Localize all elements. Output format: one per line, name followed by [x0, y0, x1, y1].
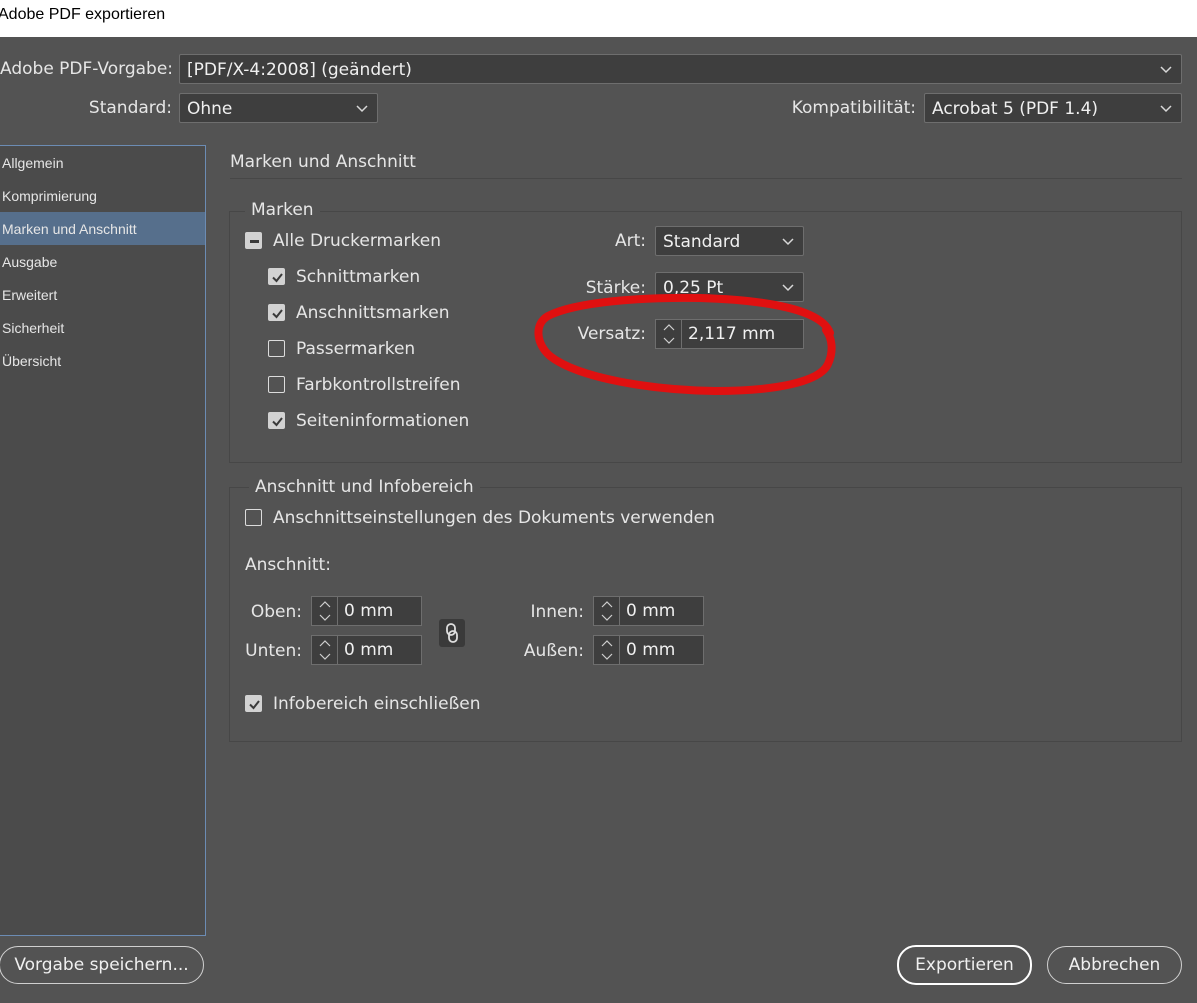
- doc-bleed-settings-label: Anschnittseinstellungen des Dokuments ve…: [273, 508, 715, 528]
- aussen-label: Außen:: [523, 641, 584, 661]
- window-title: Adobe PDF exportieren: [0, 6, 166, 23]
- sidebar-item-label: Marken und Anschnitt: [2, 221, 137, 237]
- sidebar-item-erweitert[interactable]: Erweitert: [0, 278, 205, 311]
- innen-stepper[interactable]: 0 mm: [593, 596, 704, 626]
- passermarken-checkbox[interactable]: [268, 340, 285, 357]
- marks-legend: Marken: [245, 200, 320, 220]
- sidebar-item-label: Komprimierung: [2, 188, 97, 204]
- sidebar-item-label: Sicherheit: [2, 320, 65, 336]
- schnittmarken-checkbox[interactable]: [268, 268, 285, 285]
- farbkontrollstreifen-label: Farbkontrollstreifen: [296, 375, 461, 395]
- checkmark-icon: [272, 417, 283, 427]
- standard-dropdown[interactable]: Ohne: [179, 93, 378, 123]
- compat-value: Acrobat 5 (PDF 1.4): [932, 99, 1099, 119]
- checkmark-icon: [272, 273, 283, 283]
- sidebar-item-uebersicht[interactable]: Übersicht: [0, 344, 205, 377]
- stepper-arrows[interactable]: [312, 636, 338, 664]
- sidebar-item-komprimierung[interactable]: Komprimierung: [0, 179, 205, 212]
- compat-dropdown[interactable]: Acrobat 5 (PDF 1.4): [924, 93, 1182, 123]
- export-button[interactable]: Exportieren: [897, 945, 1032, 985]
- link-chain-button[interactable]: [439, 619, 465, 647]
- oben-stepper[interactable]: 0 mm: [311, 596, 422, 626]
- stepper-arrows[interactable]: [594, 636, 620, 664]
- sidebar-item-ausgabe[interactable]: Ausgabe: [0, 245, 205, 278]
- indeterminate-icon: [250, 240, 259, 243]
- anschnittsmarken-label: Anschnittsmarken: [296, 303, 450, 323]
- chevron-down-icon: [1160, 66, 1172, 74]
- stepper-arrows[interactable]: [312, 597, 338, 625]
- sidebar-item-label: Übersicht: [2, 353, 62, 369]
- sidebar-item-label: Allgemein: [2, 155, 64, 171]
- oben-value: 0 mm: [344, 601, 394, 621]
- stepper-up-down-icon: [319, 601, 331, 621]
- sidebar-item-allgemein[interactable]: Allgemein: [0, 146, 205, 179]
- chain-link-icon: [446, 623, 458, 643]
- art-label: Art:: [614, 231, 646, 251]
- standard-value: Ohne: [187, 99, 233, 119]
- passermarken-label: Passermarken: [296, 339, 416, 359]
- title-bar: Adobe PDF exportieren: [0, 0, 1197, 37]
- checkmark-icon: [272, 309, 283, 319]
- art-value: Standard: [663, 232, 741, 252]
- unten-value: 0 mm: [344, 640, 394, 660]
- preset-value: [PDF/X-4:2008] (geändert): [187, 60, 412, 80]
- sidebar-item-label: Ausgabe: [2, 254, 58, 270]
- anschnitt-label: Anschnitt:: [245, 555, 331, 575]
- seiteninformationen-label: Seiteninformationen: [296, 411, 470, 431]
- red-annotation-circle: [534, 293, 836, 395]
- all-marks-checkbox[interactable]: [245, 232, 262, 249]
- seiteninformationen-checkbox[interactable]: [268, 412, 285, 429]
- all-marks-label: Alle Druckermarken: [273, 231, 441, 251]
- schnittmarken-label: Schnittmarken: [296, 267, 421, 287]
- sidebar-item-sicherheit[interactable]: Sicherheit: [0, 311, 205, 344]
- aussen-stepper[interactable]: 0 mm: [593, 635, 704, 665]
- doc-bleed-settings-checkbox[interactable]: [245, 509, 262, 526]
- sidebar-item-marken-und-anschnitt[interactable]: Marken und Anschnitt: [0, 212, 205, 245]
- slug-label: Infobereich einschließen: [273, 694, 481, 714]
- preset-dropdown[interactable]: [PDF/X-4:2008] (geändert): [179, 54, 1182, 84]
- bleed-legend: Anschnitt und Infobereich: [249, 477, 480, 497]
- chevron-down-icon: [1160, 105, 1172, 113]
- cancel-button[interactable]: Abbrechen: [1047, 946, 1182, 984]
- panel-title-divider: [230, 178, 1182, 179]
- innen-label: Innen:: [530, 602, 584, 622]
- slug-checkbox[interactable]: [245, 695, 262, 712]
- stepper-up-down-icon: [601, 601, 613, 621]
- category-sidebar: Allgemein Komprimierung Marken und Ansch…: [0, 145, 206, 936]
- stepper-up-down-icon: [319, 640, 331, 660]
- stepper-arrows[interactable]: [594, 597, 620, 625]
- stepper-up-down-icon: [601, 640, 613, 660]
- preset-label: Adobe PDF-Vorgabe:: [0, 59, 174, 79]
- unten-stepper[interactable]: 0 mm: [311, 635, 422, 665]
- compat-label: Kompatibilität:: [791, 98, 916, 118]
- panel-title: Marken und Anschnitt: [230, 152, 416, 172]
- chevron-down-icon: [356, 105, 368, 113]
- chevron-down-icon: [782, 238, 794, 246]
- art-dropdown[interactable]: Standard: [655, 226, 804, 256]
- innen-value: 0 mm: [626, 601, 676, 621]
- sidebar-item-label: Erweitert: [2, 287, 58, 303]
- save-preset-button[interactable]: Vorgabe speichern...: [0, 946, 204, 984]
- anschnittsmarken-checkbox[interactable]: [268, 304, 285, 321]
- oben-label: Oben:: [250, 602, 302, 622]
- standard-label: Standard:: [88, 98, 172, 118]
- checkmark-icon: [249, 700, 260, 710]
- aussen-value: 0 mm: [626, 640, 676, 660]
- unten-label: Unten:: [245, 641, 302, 661]
- farbkontrollstreifen-checkbox[interactable]: [268, 376, 285, 393]
